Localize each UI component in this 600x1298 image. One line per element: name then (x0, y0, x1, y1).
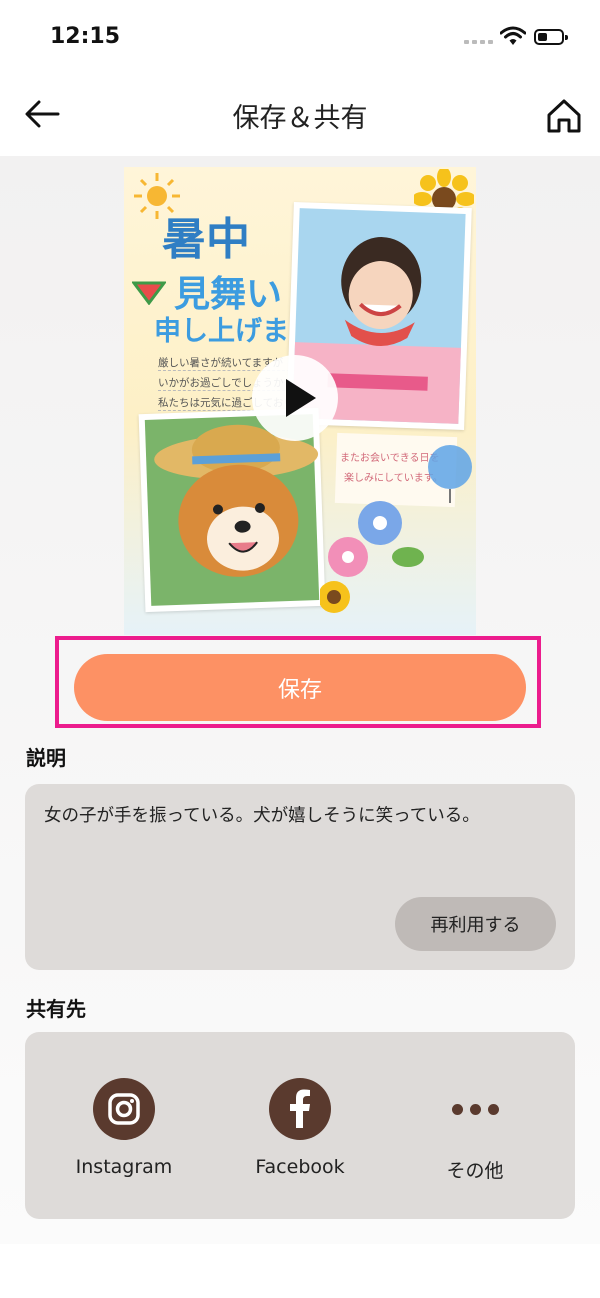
status-time: 12:15 (50, 24, 121, 49)
share-section-label: 共有先 (26, 997, 86, 1021)
play-button[interactable] (252, 355, 338, 441)
reuse-button[interactable]: 再利用する (395, 897, 556, 951)
play-icon (286, 379, 316, 417)
share-item-label: その他 (446, 1160, 504, 1182)
status-bar: 12:15 (0, 0, 600, 72)
watermelon-icon (132, 281, 166, 305)
share-item-label: Instagram (75, 1156, 173, 1178)
description-section-label: 説明 (26, 746, 66, 770)
nav-bar: 保存＆共有 (0, 72, 600, 156)
save-button[interactable]: 保存 (74, 654, 526, 721)
wind-chime-icon (428, 445, 472, 503)
preview-title-line1: 暑中 (162, 214, 250, 265)
battery-icon (534, 29, 568, 45)
wifi-icon (500, 26, 526, 45)
morning-glory-icon (320, 501, 424, 613)
facebook-icon (269, 1078, 331, 1140)
page-title: 保存＆共有 (232, 103, 368, 134)
bottom-area (0, 1244, 600, 1298)
share-facebook[interactable]: Facebook (220, 1078, 380, 1188)
cellular-signal-icon (464, 40, 493, 44)
share-more[interactable]: その他 (395, 1078, 555, 1188)
card-preview-image: 暑中 見舞い 申し上げます 厳しい暑さが続いてますが いかがお過ごしでしょうか … (124, 167, 476, 635)
share-instagram[interactable]: Instagram (44, 1078, 204, 1188)
share-item-label: Facebook (255, 1156, 345, 1178)
instagram-icon (93, 1078, 155, 1140)
description-text: 女の子が手を振っている。犬が嬉しそうに笑っている。 (44, 806, 480, 826)
home-icon[interactable] (544, 96, 584, 136)
more-icon (444, 1104, 506, 1115)
